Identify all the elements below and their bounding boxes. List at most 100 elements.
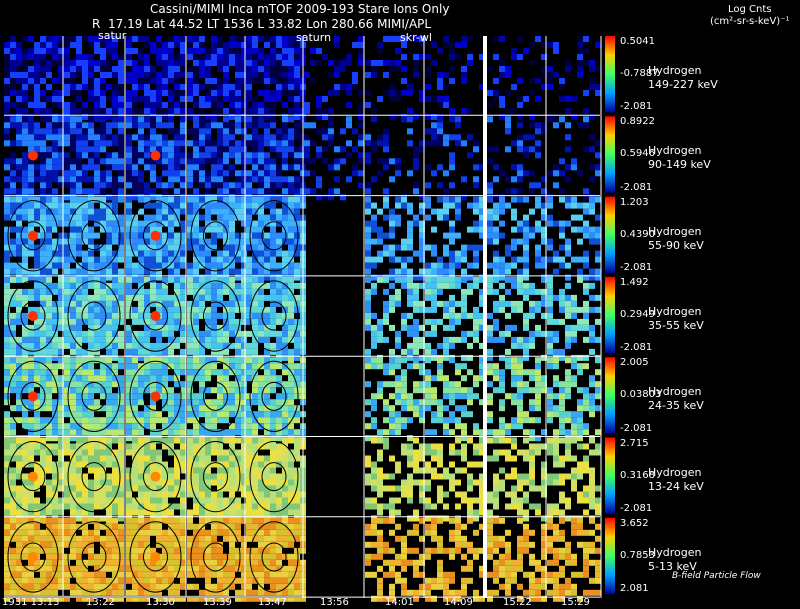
species-label: Hydrogen bbox=[648, 304, 702, 318]
image-panel bbox=[126, 437, 186, 522]
image-panel bbox=[187, 276, 247, 361]
colorbar-min: -2.081 bbox=[620, 101, 653, 113]
color-bar bbox=[605, 36, 615, 113]
image-panel bbox=[425, 437, 485, 522]
image-panel bbox=[4, 437, 64, 522]
image-panel bbox=[547, 357, 601, 442]
image-panel bbox=[126, 196, 186, 281]
image-panel bbox=[4, 276, 64, 361]
image-panel bbox=[547, 116, 601, 201]
color-bar bbox=[605, 196, 615, 273]
skr-wl-tag: skr-wl bbox=[400, 31, 432, 44]
saturn-tag-2: saturn bbox=[296, 31, 332, 44]
species-label: Hydrogen bbox=[648, 465, 702, 479]
species-label: Hydrogen bbox=[648, 144, 702, 158]
image-panel bbox=[425, 196, 485, 281]
image-panel bbox=[187, 437, 247, 522]
time-tick: 13:47 bbox=[258, 597, 287, 608]
time-tick: 13:39 bbox=[203, 597, 232, 608]
time-tick: 13:22 bbox=[86, 597, 115, 608]
image-panel bbox=[187, 196, 247, 281]
image-panel bbox=[365, 36, 425, 120]
colorbar-max: 0.5041 bbox=[620, 36, 655, 47]
image-panel bbox=[64, 196, 124, 281]
image-panel bbox=[246, 196, 306, 281]
image-panel bbox=[64, 36, 124, 120]
image-panel bbox=[425, 276, 485, 361]
image-panel bbox=[246, 357, 306, 442]
species-label: Hydrogen bbox=[648, 224, 702, 238]
image-panel bbox=[246, 437, 306, 522]
energy-label: 13-24 keV bbox=[648, 479, 704, 493]
colorbar-min: 2.081 bbox=[620, 583, 649, 595]
image-panel bbox=[4, 357, 64, 442]
image-panel bbox=[487, 116, 547, 201]
colorbar-max: 1.203 bbox=[620, 196, 649, 208]
image-panel bbox=[4, 36, 64, 120]
image-panel bbox=[4, 196, 64, 281]
image-panel bbox=[246, 116, 306, 201]
footnote: B-field Particle Flow bbox=[672, 571, 761, 581]
image-panel bbox=[547, 196, 601, 281]
image-panel bbox=[487, 196, 547, 281]
color-bar bbox=[605, 276, 615, 354]
image-panel bbox=[365, 437, 425, 522]
energy-label: 149-227 keV bbox=[648, 78, 718, 91]
energy-label: 24-35 keV bbox=[648, 399, 704, 413]
colorbar-max: 1.492 bbox=[620, 276, 649, 288]
image-panel bbox=[4, 116, 64, 201]
image-panel bbox=[246, 276, 306, 361]
image-panel bbox=[64, 276, 124, 361]
image-panel bbox=[187, 116, 247, 201]
colorbar-min: -2.081 bbox=[620, 422, 653, 434]
image-panel bbox=[64, 437, 124, 522]
image-panel bbox=[304, 116, 364, 201]
image-panel bbox=[487, 357, 547, 442]
species-label: Hydrogen bbox=[648, 545, 702, 559]
image-panel bbox=[64, 357, 124, 442]
image-panel bbox=[365, 517, 425, 602]
image-panel bbox=[187, 36, 247, 120]
time-tick: 13:30 bbox=[146, 597, 175, 608]
colorbar-max: 2.005 bbox=[620, 357, 649, 369]
image-panel bbox=[304, 36, 364, 120]
image-panel bbox=[126, 36, 186, 120]
image-panel bbox=[487, 437, 547, 522]
image-panel bbox=[126, 357, 186, 442]
image-panel bbox=[126, 276, 186, 361]
time-tick: 15:22 bbox=[503, 597, 532, 608]
colorbar-max: 2.715 bbox=[620, 437, 649, 449]
image-panel bbox=[365, 196, 425, 281]
color-bar bbox=[605, 357, 615, 434]
image-panel bbox=[547, 437, 601, 522]
energy-label: 35-55 keV bbox=[648, 318, 704, 332]
image-panel bbox=[64, 116, 124, 201]
image-panel bbox=[425, 36, 485, 120]
image-panel bbox=[547, 36, 601, 120]
image-panel bbox=[365, 116, 425, 201]
image-panel bbox=[425, 357, 485, 442]
time-tick: 14:09 bbox=[444, 597, 473, 608]
energy-label: 55-90 keV bbox=[648, 238, 704, 252]
time-tick: 1931 13:13 bbox=[2, 597, 60, 608]
species-label: Hydrogen bbox=[648, 64, 702, 77]
energy-label: 90-149 keV bbox=[648, 158, 711, 172]
color-bar bbox=[605, 437, 615, 514]
time-tick: 13:56 bbox=[320, 597, 349, 608]
image-panel bbox=[126, 116, 186, 201]
image-panel bbox=[425, 517, 485, 602]
image-panel bbox=[425, 116, 485, 201]
colorbar-max: 3.652 bbox=[620, 517, 649, 529]
image-panel bbox=[365, 276, 425, 361]
image-panel bbox=[126, 517, 186, 602]
image-panel bbox=[365, 357, 425, 442]
image-panel bbox=[487, 517, 547, 602]
image-panel bbox=[246, 36, 306, 120]
colorbar-min: -2.081 bbox=[620, 342, 653, 354]
colorbar-min: -2.081 bbox=[620, 502, 653, 514]
image-panel bbox=[547, 276, 601, 361]
image-panel bbox=[547, 517, 601, 602]
colorbar-max: 0.8922 bbox=[620, 116, 655, 128]
image-panel bbox=[64, 517, 124, 602]
image-panel bbox=[487, 36, 547, 120]
